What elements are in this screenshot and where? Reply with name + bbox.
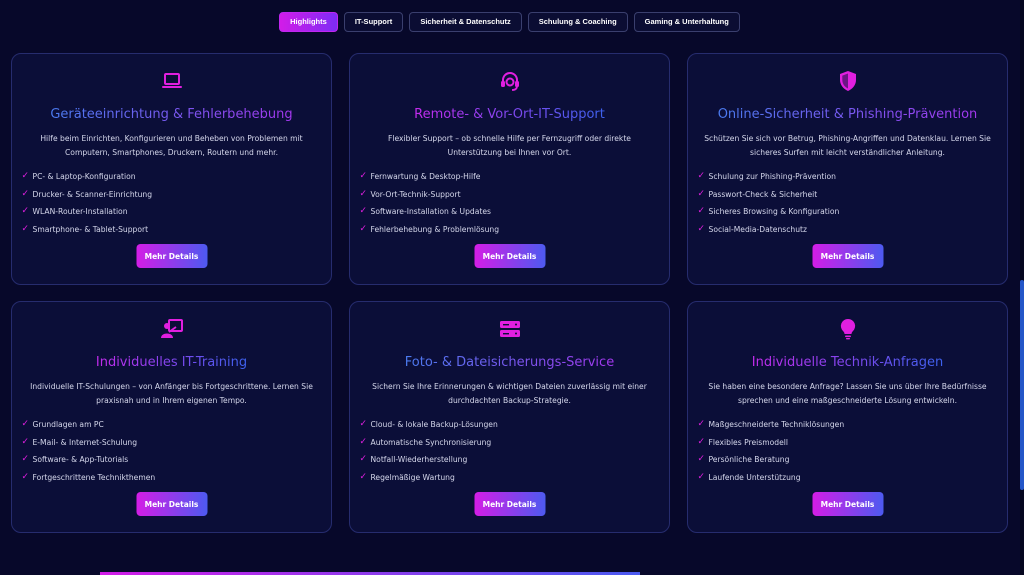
list-item: ✓ Fernwartung & Desktop-Hilfe (360, 168, 660, 186)
list-item: ✓ Smartphone- & Tablet-Support (22, 221, 322, 239)
card-description: Flexibler Support – ob schnelle Hilfe pe… (388, 134, 631, 157)
check-icon: ✓ (359, 223, 368, 234)
card-description: Sie haben eine besondere Anfrage? Lassen… (708, 382, 987, 405)
list-item: ✓ Sicheres Browsing & Konfiguration (698, 203, 998, 221)
card-title: Individuelle Technik-Anfragen (751, 355, 944, 370)
service-card-online-sicherheit: Online-Sicherheit & Phishing-Prävention … (687, 53, 1008, 285)
list-item: ✓ Drucker- & Scanner-Einrichtung (22, 186, 322, 204)
list-item: ✓ E-Mail- & Internet-Schulung (22, 434, 322, 452)
check-icon: ✓ (21, 223, 30, 234)
check-icon: ✓ (21, 188, 30, 199)
card-title: Geräteeinrichtung & Fehlerbehebung (50, 107, 293, 122)
service-grid: Geräteeinrichtung & Fehlerbehebung Hilfe… (11, 53, 1008, 533)
check-icon: ✓ (21, 419, 30, 429)
check-icon: ✓ (21, 206, 30, 217)
list-item: ✓ Fortgeschrittene Technikthemen (22, 469, 322, 487)
service-card-geraeteeinrichtung: Geräteeinrichtung & Fehlerbehebung Hilfe… (11, 53, 332, 285)
scrollbar-track[interactable] (1020, 0, 1024, 575)
card-description: Hilfe beim Einrichten, Konfigurieren und… (40, 134, 303, 157)
list-item: ✓ Grundlagen am PC (22, 416, 322, 434)
list-item: ✓ Flexibles Preismodell (698, 434, 998, 452)
shield-icon (835, 68, 861, 94)
check-icon: ✓ (697, 419, 706, 429)
list-item: ✓ Social-Media-Datenschutz (698, 221, 998, 239)
list-item: ✓ Maßgeschneiderte Technik­lösungen (698, 416, 998, 434)
details-button[interactable]: Mehr Details (474, 244, 545, 268)
service-card-it-training: Individuelles IT-Training Individuelle I… (11, 301, 332, 533)
card-title: Individuelles IT-Training (95, 355, 248, 370)
tab-gaming-unterhaltung[interactable]: Gaming & Unterhaltung (633, 12, 740, 32)
list-item: ✓ Vor-Ort-Technik-Support (360, 186, 660, 204)
check-icon: ✓ (697, 454, 706, 465)
check-icon: ✓ (697, 171, 706, 181)
tab-schulung-coaching[interactable]: Schulung & Coaching (527, 12, 628, 32)
check-icon: ✓ (697, 206, 706, 217)
list-item: ✓ PC- & Laptop-Konfiguration (22, 168, 322, 186)
details-button[interactable]: Mehr Details (812, 492, 883, 516)
card-description: Schützen Sie sich vor Betrug, Phishing-A… (704, 134, 991, 157)
card-title: Foto- & Dateisicherungs-Service (404, 355, 615, 370)
card-title: Online-Sicherheit & Phishing-Prävention (717, 107, 978, 122)
list-item: ✓ Persönliche Beratung (698, 451, 998, 469)
check-icon: ✓ (359, 206, 368, 217)
list-item: ✓ Schulung zur Phishing-Prävention (698, 168, 998, 186)
feature-list: ✓ Maßgeschneiderte Technik­lösungen ✓ Flex… (698, 416, 998, 486)
server-icon (497, 316, 523, 342)
list-item: ✓ Laufende Unterstützung (698, 469, 998, 487)
check-icon: ✓ (697, 471, 706, 482)
tab-sicherheit-datenschutz[interactable]: Sicherheit & Datenschutz (409, 12, 522, 32)
details-button[interactable]: Mehr Details (812, 244, 883, 268)
check-icon: ✓ (697, 188, 706, 199)
list-item: ✓ Passwort-Check & Sicherheit (698, 186, 998, 204)
check-icon: ✓ (359, 454, 368, 465)
list-item: ✓ Automatische Synchronisierung (360, 434, 660, 452)
card-description: Sichern Sie Ihre Erinnerungen & wichtige… (372, 382, 647, 405)
check-icon: ✓ (359, 188, 368, 199)
feature-list: ✓ Grundlagen am PC ✓ E-Mail- & Internet-Sc… (22, 416, 322, 486)
lightbulb-icon (835, 316, 861, 342)
list-item: ✓ Regelmäßige Wartung (360, 469, 660, 487)
feature-list: ✓ Fernwartung & Desktop-Hilfe ✓ Vor-Ort-Te… (360, 168, 660, 238)
tab-highlights[interactable]: Highlights (279, 12, 338, 32)
list-item: ✓ Cloud- & lokale Backup-Lösungen (360, 416, 660, 434)
details-button[interactable]: Mehr Details (474, 492, 545, 516)
service-card-technik-anfragen: Individuelle Technik-Anfragen Sie haben … (687, 301, 1008, 533)
check-icon: ✓ (21, 454, 30, 465)
check-icon: ✓ (697, 436, 706, 447)
card-title: Remote- & Vor-Ort-IT-Support (414, 107, 605, 122)
service-card-backup: Foto- & Dateisicherungs-Service Sichern … (349, 301, 670, 533)
details-button[interactable]: Mehr Details (136, 492, 207, 516)
check-icon: ✓ (21, 436, 30, 447)
check-icon: ✓ (21, 171, 30, 181)
details-button[interactable]: Mehr Details (136, 244, 207, 268)
category-tabs: Highlights IT-Support Sicherheit & Daten… (0, 12, 1019, 32)
check-icon: ✓ (21, 471, 30, 482)
tab-it-support[interactable]: IT-Support (343, 12, 404, 32)
check-icon: ✓ (359, 436, 368, 447)
laptop-icon (159, 68, 185, 94)
list-item: ✓ Notfall-Wiederherstellung (360, 451, 660, 469)
list-item: ✓ Fehlerbehebung & Problemlösung (360, 221, 660, 239)
list-item: ✓ Software-Installation & Updates (360, 203, 660, 221)
service-card-remote-support: Remote- & Vor-Ort-IT-Support Flexibler S… (349, 53, 670, 285)
list-item: ✓ Software- & App-Tutorials (22, 451, 322, 469)
list-item: ✓ WLAN-Router-Installation (22, 203, 322, 221)
feature-list: ✓ PC- & Laptop-Konfiguration ✓ Drucker- & … (22, 168, 322, 238)
feature-list: ✓ Schulung zur Phishing-Prävention ✓ Passw… (698, 168, 998, 238)
check-icon: ✓ (359, 171, 368, 181)
headset-icon (497, 68, 523, 94)
card-description: Individuelle IT-Schulungen – von Anfänge… (30, 382, 313, 405)
teacher-icon (159, 316, 185, 342)
scrollbar-thumb[interactable] (1020, 280, 1024, 490)
check-icon: ✓ (359, 419, 368, 429)
check-icon: ✓ (359, 471, 368, 482)
feature-list: ✓ Cloud- & lokale Backup-Lösungen ✓ Automa… (360, 416, 660, 486)
check-icon: ✓ (697, 223, 706, 234)
